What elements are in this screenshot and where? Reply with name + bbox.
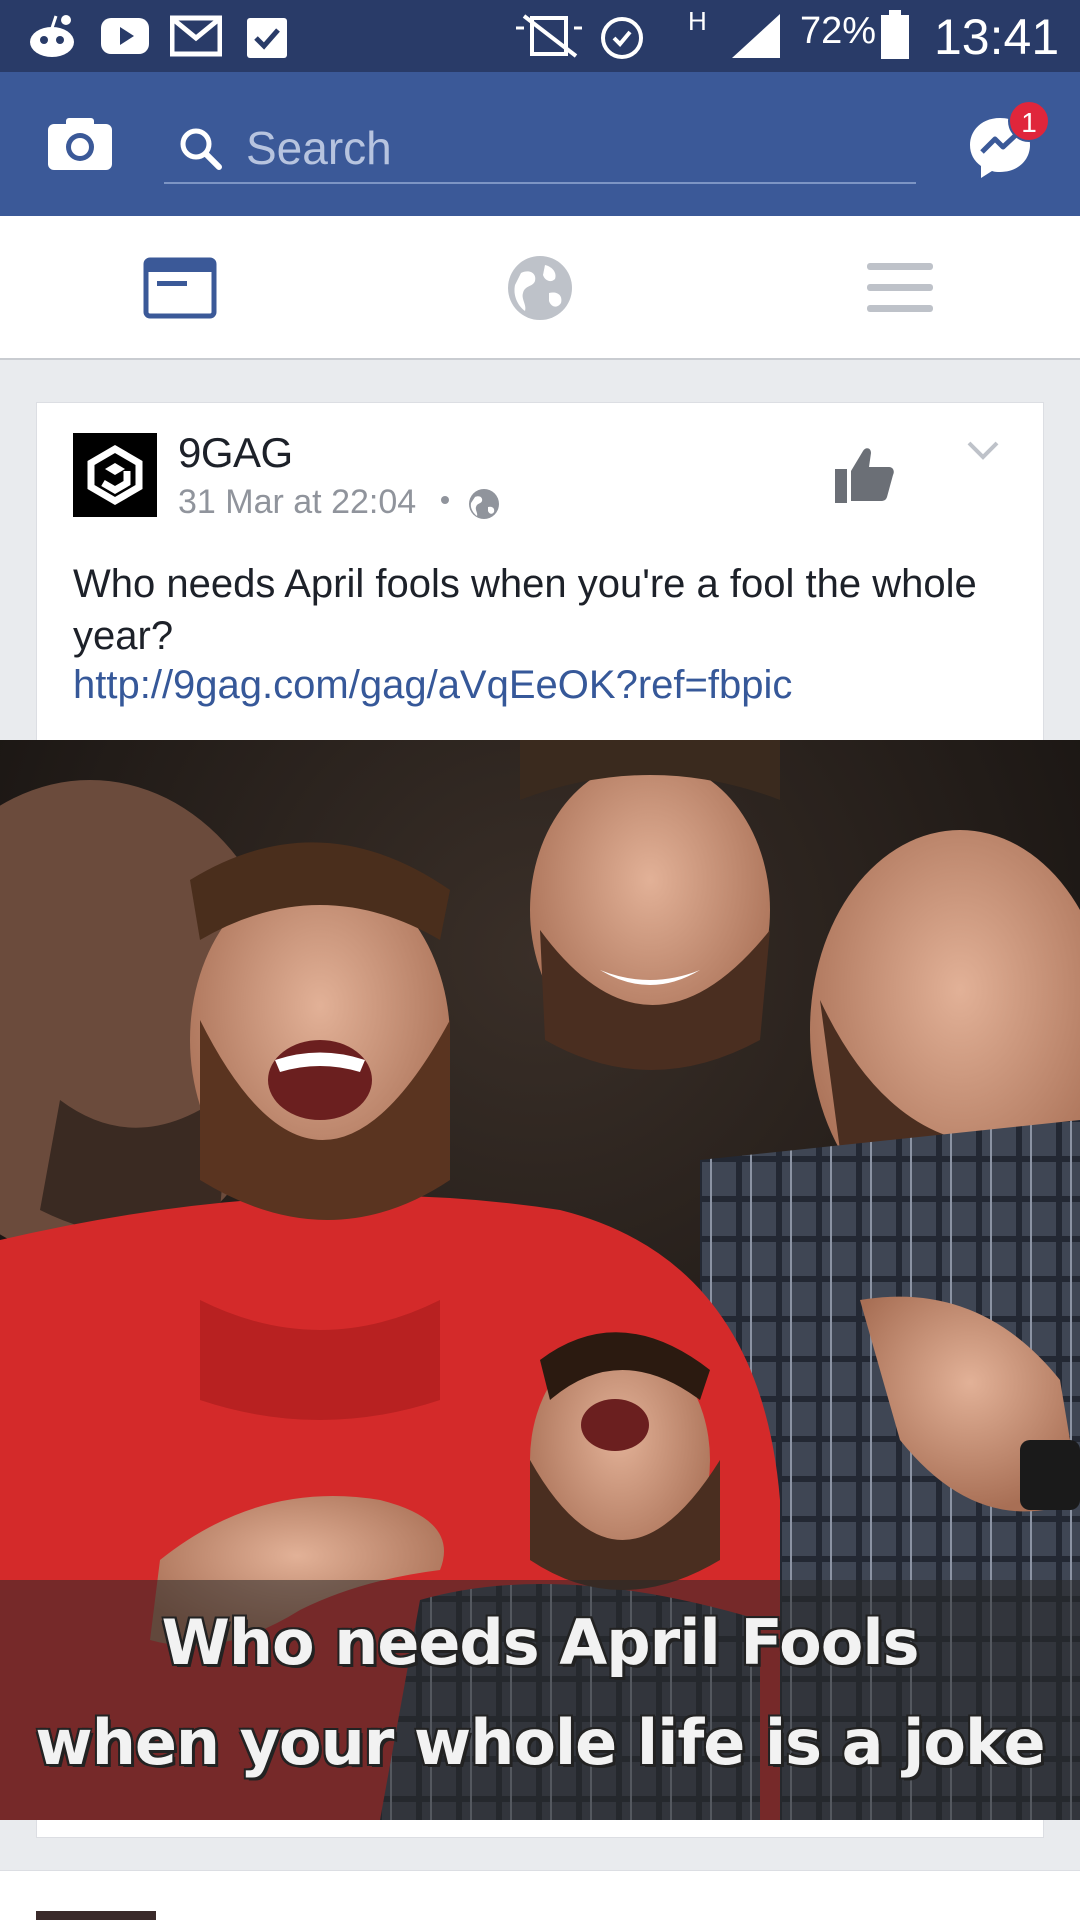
reddit-icon [30,15,74,57]
page-name[interactable]: 9GAG [178,429,293,477]
status-bar: H 72% 13:41 [0,0,1080,72]
gmail-icon [170,15,222,57]
camera-icon[interactable] [48,116,112,172]
image-caption-line-1: Who needs April Fools [161,1606,919,1679]
tab-notifications[interactable] [360,216,720,360]
ninegag-logo-icon [87,444,143,506]
clock: 13:41 [934,9,1060,65]
signal-icon [732,14,780,58]
search-bar[interactable] [164,112,916,184]
alarm-icon [601,17,643,59]
chevron-down-icon[interactable] [965,439,1001,463]
feed-icon [143,257,217,319]
mute-icon [516,14,582,58]
search-input[interactable] [246,118,886,178]
next-post-thumbnail [36,1911,156,1920]
top-bar: 1 [0,72,1080,216]
battery-icon [881,10,909,59]
youtube-icon [101,18,149,54]
image-caption-line-2: when your whole life is a joke [35,1706,1045,1779]
battery-percent: 72% [800,10,877,52]
tab-menu[interactable] [720,216,1080,360]
tab-bar [0,216,1080,360]
tab-news-feed[interactable] [0,216,360,360]
post-link[interactable]: http://9gag.com/gag/aVqEeOK?ref=fbpic [73,663,792,708]
page-avatar[interactable] [73,433,157,517]
post-timestamp[interactable]: 31 Mar at 22:04 [178,483,416,522]
messenger-badge: 1 [1008,100,1050,142]
meta-separator [441,496,449,504]
previous-post-remnant [0,360,1080,400]
post-text: Who needs April fools when you're a fool… [73,562,977,658]
like-page-icon[interactable] [833,443,895,505]
globe-icon [508,256,572,320]
next-post-card [0,1870,1080,1920]
network-type: H [688,6,707,36]
search-icon [180,128,222,170]
hamburger-icon [867,263,933,312]
clipboard-icon [247,18,287,58]
public-globe-icon [469,489,499,519]
